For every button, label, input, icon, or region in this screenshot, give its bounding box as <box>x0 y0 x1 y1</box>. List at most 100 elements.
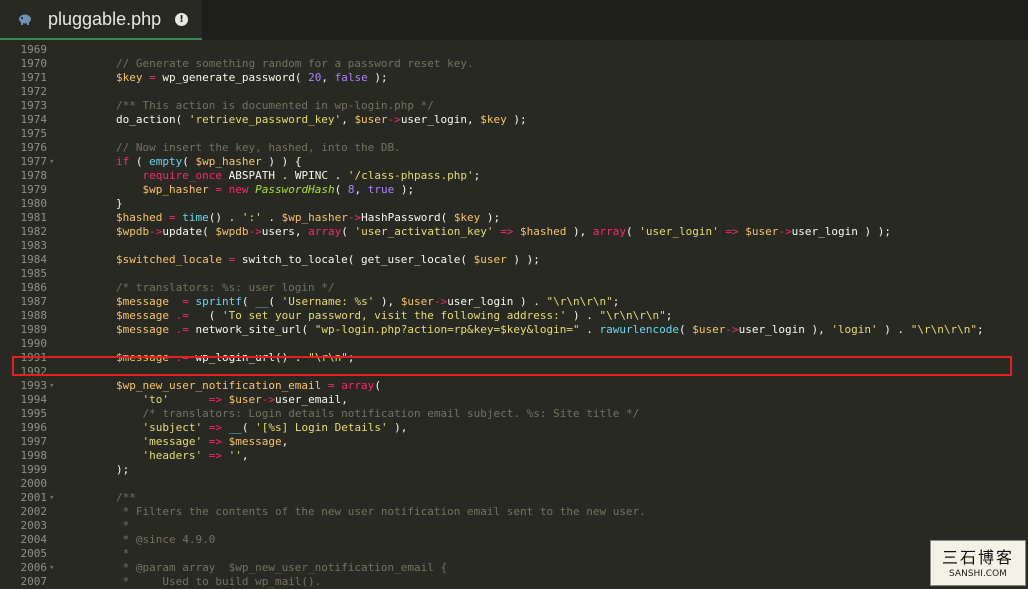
code-token: 20 <box>308 71 322 84</box>
code-token: $user <box>473 253 507 266</box>
code-token: 'retrieve_password_key' <box>188 113 342 126</box>
code-token: , <box>354 183 368 196</box>
code-line: 1980} <box>0 197 1028 211</box>
code-token: -> <box>433 295 448 308</box>
code-text: * @param array $wp_new_user_notification… <box>116 561 448 575</box>
code-line: 1974 do_action( 'retrieve_password_key', … <box>0 113 1028 127</box>
code-token: ( <box>241 421 256 434</box>
code-text: /** This action is documented in wp-logi… <box>116 99 434 113</box>
code-text: /* translators: Login details notificati… <box>116 407 640 421</box>
code-token: ) . <box>877 323 911 336</box>
code-token: $message <box>228 435 282 448</box>
fold-arrow-icon[interactable]: ▾ <box>49 155 54 169</box>
code-token: PasswordHash <box>255 183 335 196</box>
code-text: 'to' => $user->user_email, <box>116 393 348 407</box>
line-number: 2000 <box>20 477 48 490</box>
code-token: '/class-phpass.php' <box>347 169 474 182</box>
code-token: true <box>367 183 395 196</box>
code-token: "\r\n\r\n" <box>546 295 613 308</box>
code-token: empty <box>149 155 183 168</box>
code-line: 1987 $message = sprintf( __( 'Username: %… <box>0 295 1028 309</box>
code-token: "\r\n" <box>308 351 348 364</box>
code-editor[interactable]: 1969 1970 // Generate something random for… <box>0 40 1028 588</box>
code-token: $hashed <box>116 211 163 224</box>
file-tab[interactable]: pluggable.php ! <box>0 0 202 40</box>
line-number: 2001 <box>20 491 48 504</box>
line-number: 2005 <box>20 547 48 560</box>
code-token: ( <box>268 295 282 308</box>
line-number: 1986 <box>20 281 48 294</box>
code-token: user_login ) . <box>447 295 547 308</box>
code-line: 1976 // Now insert the key, hashed, into … <box>0 141 1028 155</box>
code-text: $switched_locale = switch_to_locale( get… <box>116 253 540 267</box>
code-token: '[%s] Login Details' <box>255 421 388 434</box>
info-icon[interactable]: ! <box>175 13 188 26</box>
code-token: /* translators: Login details notificati… <box>142 407 640 420</box>
code-token: = <box>321 379 342 392</box>
code-line: 2004 * @since 4.9.0 <box>0 533 1028 547</box>
code-token: .= <box>168 309 196 322</box>
code-token: $user <box>745 225 779 238</box>
line-number: 2003 <box>20 519 48 532</box>
code-text: * Filters the contents of the new user n… <box>116 505 646 519</box>
fold-arrow-icon[interactable]: ▾ <box>49 379 54 393</box>
code-token: ), <box>566 225 593 238</box>
code-token: 'subject' <box>142 421 203 434</box>
code-text: $wp_hasher = new PasswordHash( 8, true )… <box>116 183 415 197</box>
code-line: 1983 <box>0 239 1028 253</box>
fold-arrow-icon[interactable]: ▾ <box>49 491 54 505</box>
code-token: 'Username: %s' <box>281 295 375 308</box>
code-line: 2006 ▾ * @param array $wp_new_user_notifi… <box>0 561 1028 575</box>
line-number: 1997 <box>20 435 48 448</box>
code-line: 1992 <box>0 365 1028 379</box>
line-number: 1995 <box>20 407 48 420</box>
code-token: __ <box>228 421 242 434</box>
code-token: , <box>241 449 249 462</box>
line-number: 1991 <box>20 351 48 364</box>
code-token: $hashed <box>520 225 567 238</box>
code-line: 2002 * Filters the contents of the new u… <box>0 505 1028 519</box>
line-number: 1973 <box>20 99 48 112</box>
code-token: $wp_hasher <box>195 155 262 168</box>
code-token: ; <box>473 169 481 182</box>
code-token: = <box>162 211 183 224</box>
fold-arrow-icon[interactable]: ▾ <box>49 561 54 575</box>
watermark-logo: 三石博客 SANSHI.COM <box>930 540 1026 586</box>
line-number: 1992 <box>20 365 48 378</box>
code-token: ); <box>367 71 388 84</box>
code-token: $wpdb <box>215 225 249 238</box>
code-token: , <box>321 71 335 84</box>
line-number: 1990 <box>20 337 48 350</box>
code-line: 1972 <box>0 85 1028 99</box>
code-line: 1988 $message .= ( 'To set your password,… <box>0 309 1028 323</box>
code-token: ( <box>334 183 348 196</box>
code-text: do_action( 'retrieve_password_key', $use… <box>116 113 527 127</box>
code-token: () . <box>208 211 242 224</box>
code-token: $user <box>692 323 726 336</box>
code-token: => <box>202 449 229 462</box>
line-number: 1981 <box>20 211 48 224</box>
code-token: $user <box>228 393 262 406</box>
code-line: 1989 $message .= network_site_url( "wp-lo… <box>0 323 1028 337</box>
code-line: 1998 'headers' => '', <box>0 449 1028 463</box>
tab-bar: pluggable.php ! <box>0 0 1028 40</box>
watermark-subtitle: SANSHI.COM <box>949 569 1007 579</box>
code-token: rawurlencode <box>599 323 679 336</box>
line-number: 1982 <box>20 225 48 238</box>
code-token: $key <box>480 113 507 126</box>
code-line: 1969 <box>0 43 1028 57</box>
code-token: network_site_url( <box>195 323 315 336</box>
code-token: users, <box>261 225 309 238</box>
code-token: $message <box>116 295 169 308</box>
code-token: ), <box>387 421 408 434</box>
code-line: 1982 $wpdb->update( $wpdb->users, array( … <box>0 225 1028 239</box>
code-token: $wp_hasher <box>281 211 348 224</box>
code-token: .= <box>168 351 196 364</box>
code-token: = <box>208 183 229 196</box>
code-text: 'subject' => __( '[%s] Login Details' ), <box>116 421 408 435</box>
code-text: $message .= network_site_url( "wp-login.… <box>116 323 984 337</box>
line-number: 1993 <box>20 379 48 392</box>
